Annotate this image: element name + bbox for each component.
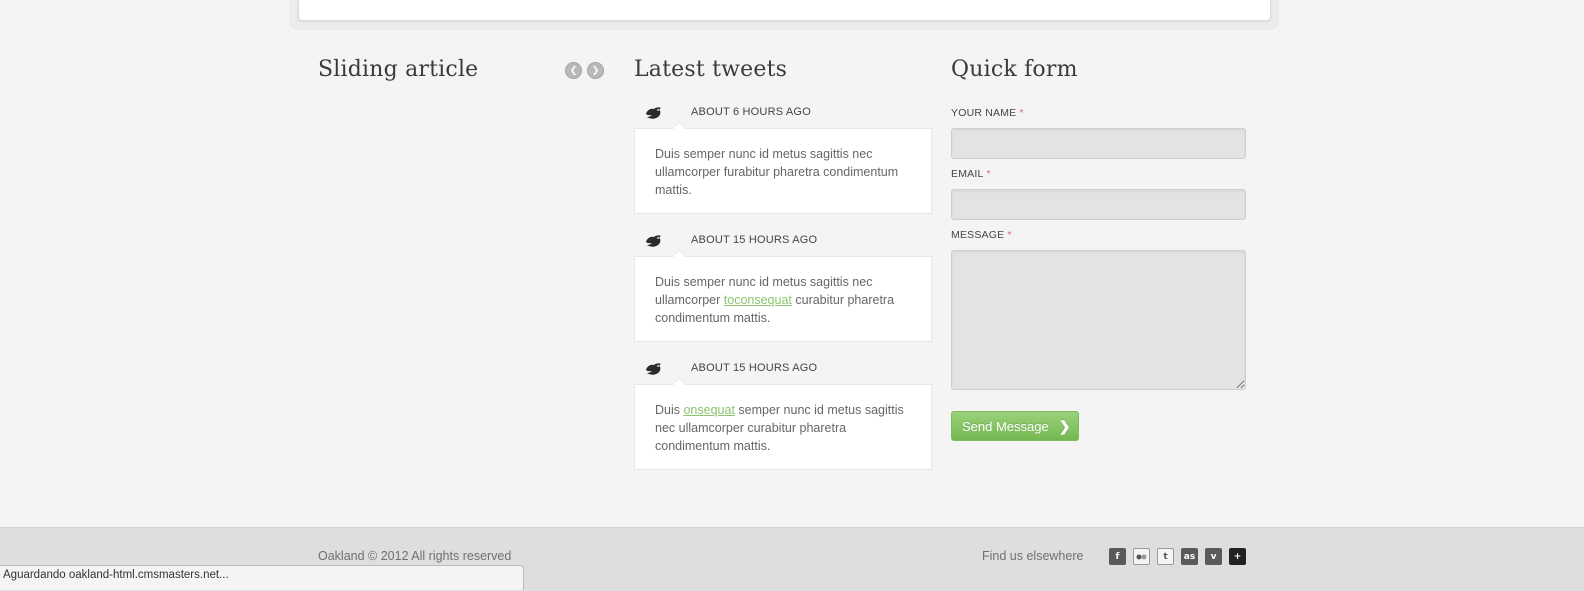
twitter-bird-icon [646,363,661,375]
tweet-link[interactable]: toconsequat [724,293,792,307]
vimeo-icon[interactable]: v [1205,548,1222,565]
email-field[interactable] [951,189,1246,220]
tweet-text-part: Duis [655,403,684,417]
social-links: f t as v + [1109,548,1246,565]
copyright-text: Oakland © 2012 All rights reserved [318,549,512,563]
send-message-label: Send Message [962,418,1049,434]
tweet-link[interactable]: onsequat [683,403,734,417]
name-field[interactable] [951,128,1246,159]
required-mark: * [986,168,991,180]
email-label: EMAIL * [951,168,991,180]
message-label: MESSAGE * [951,229,1012,241]
tweet-text: Duis semper nunc id metus sagittis nec u… [634,122,932,214]
latest-tweets-title: Latest tweets [634,57,788,82]
tweet-item: ABOUT 15 HOURS AGO Duis onsequat semper … [634,358,932,470]
twitter-bird-icon [646,107,661,119]
quick-form-title: Quick form [951,57,1078,82]
message-field[interactable] [951,250,1246,390]
tweet-item: ABOUT 15 HOURS AGO Duis semper nunc id m… [634,230,932,342]
required-mark: * [1019,107,1024,119]
tweet-text: Duis onsequat semper nunc id metus sagit… [634,378,932,470]
chevron-right-icon[interactable]: ❯ [587,62,604,79]
name-label-text: YOUR NAME [951,107,1017,119]
find-us-label: Find us elsewhere [982,549,1084,563]
tweet-time: ABOUT 6 HOURS AGO [691,106,811,118]
message-label-text: MESSAGE [951,229,1005,241]
lastfm-icon[interactable]: as [1181,548,1198,565]
tweet-text: Duis semper nunc id metus sagittis nec u… [634,250,932,342]
tweet-time: ABOUT 15 HOURS AGO [691,362,818,374]
status-text: Aguardando oakland-html.cmsmasters.net..… [3,569,229,581]
slider-nav: ❮ ❯ [565,62,604,79]
tweet-item: ABOUT 6 HOURS AGO Duis semper nunc id me… [634,102,932,214]
chevron-left-icon[interactable]: ❮ [565,62,582,79]
required-mark: * [1007,229,1012,241]
chevron-right-icon: ❯ [1058,417,1071,434]
email-label-text: EMAIL [951,168,984,180]
send-message-button[interactable]: Send Message ❯ [951,411,1079,441]
twitter-icon[interactable]: t [1157,548,1174,565]
tweet-text-part: Duis semper nunc id metus sagittis nec u… [655,147,899,197]
flickr-icon[interactable] [1133,548,1150,565]
facebook-icon[interactable]: f [1109,548,1126,565]
browser-status-bar: Aguardando oakland-html.cmsmasters.net..… [0,565,524,590]
tweet-time: ABOUT 15 HOURS AGO [691,234,818,246]
sliding-article-title: Sliding article [318,57,479,82]
twitter-bird-icon [646,235,661,247]
googleplus-icon[interactable]: + [1229,548,1246,565]
name-label: YOUR NAME * [951,107,1024,119]
top-content-box [298,0,1271,21]
